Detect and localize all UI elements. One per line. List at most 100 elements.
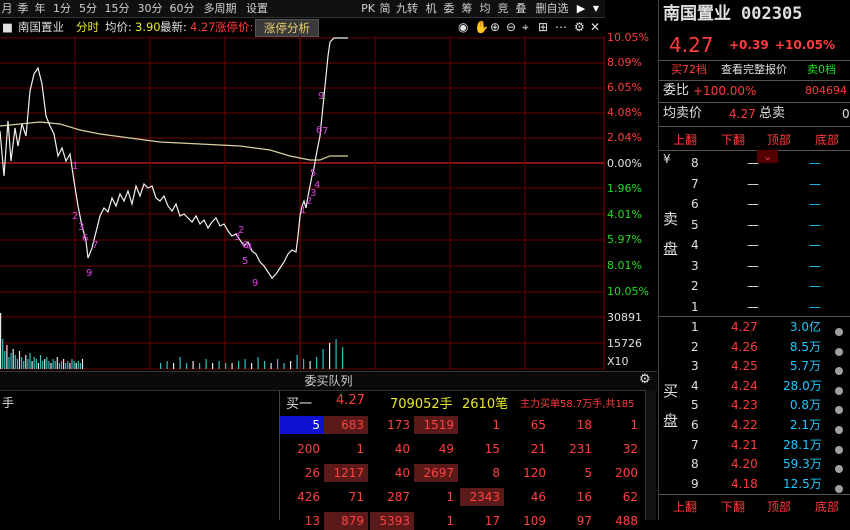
buy-level-price[interactable]: 4.20 <box>731 455 758 473</box>
nav-bottom[interactable]: 底部 <box>815 497 839 517</box>
pin-icon[interactable]: ⌖ <box>522 19 529 35</box>
volume-bar <box>179 357 181 369</box>
eye-icon[interactable]: ◉ <box>458 19 468 35</box>
dots-icon[interactable]: ⋯ <box>555 19 567 35</box>
period-month[interactable]: 月 <box>0 1 14 16</box>
buy-level-price[interactable]: 4.18 <box>731 475 758 493</box>
buy-level-lvl: 1 <box>691 320 699 334</box>
period-year[interactable]: 年 <box>32 1 48 16</box>
dropdown-icon[interactable]: ▼ <box>590 1 602 16</box>
buy-levels-button[interactable]: 买72档 <box>671 60 707 80</box>
volume-bar <box>71 359 73 369</box>
average-price-line <box>0 121 348 161</box>
hand-icon[interactable]: ✋ <box>474 19 489 35</box>
volume-bar <box>329 343 331 369</box>
grid-icon[interactable]: ⊞ <box>538 19 548 35</box>
jun-button[interactable]: 均 <box>478 1 492 16</box>
multi-period-button[interactable]: 多周期 <box>199 1 241 16</box>
period-30min[interactable]: 30分 <box>136 1 164 16</box>
queue-cell: 109 <box>523 514 546 528</box>
period-15min[interactable]: 15分 <box>103 1 131 16</box>
volume-bar <box>79 363 81 369</box>
weibi-label: 委比 <box>663 83 690 98</box>
zoom-in-icon[interactable]: ⊕ <box>490 19 500 35</box>
gear-icon[interactable]: ⚙ <box>574 19 585 35</box>
sell-level-price[interactable]: — <box>747 195 759 213</box>
volume-bar <box>14 355 16 369</box>
play-icon[interactable]: ▶ <box>574 1 588 16</box>
volume-bar <box>23 361 25 369</box>
sell-level-price[interactable]: — <box>747 154 759 172</box>
intraday-chart[interactable]: 1236791234569123456 79 <box>0 36 605 370</box>
buy-level-price[interactable]: 4.27 <box>731 318 758 336</box>
queue-cell: 1 <box>356 442 364 456</box>
full-quote-button[interactable]: 查看完整报价 <box>721 60 787 80</box>
nav-top[interactable]: 顶部 <box>767 130 791 150</box>
delete-watchlist-button[interactable]: 删自选 <box>532 1 572 16</box>
period-quarter[interactable]: 季 <box>15 1 31 16</box>
nav-page-up[interactable]: 上翻 <box>673 497 697 517</box>
jing-button[interactable]: 竞 <box>496 1 510 16</box>
zoom-out-icon[interactable]: ⊖ <box>506 19 516 35</box>
nav-page-down[interactable]: 下翻 <box>721 497 745 517</box>
chart-mark-label: 5 <box>242 256 248 267</box>
buy-level-price[interactable]: 4.26 <box>731 338 758 356</box>
jiuzhuan-button[interactable]: 九转 <box>394 1 420 16</box>
sell-level-lvl: 6 <box>691 197 699 211</box>
nav-top[interactable]: 顶部 <box>767 497 791 517</box>
queue-cell: 32 <box>622 442 638 456</box>
queue-cell: 18 <box>576 418 592 432</box>
settings-button[interactable]: 设置 <box>244 1 270 16</box>
nav-bottom[interactable]: 底部 <box>815 130 839 150</box>
sell-level-price[interactable]: — <box>747 298 759 316</box>
avg-sell-value: 4.27 <box>729 107 756 121</box>
quote-price: 4.27 <box>669 33 714 57</box>
nav-page-up[interactable]: 上翻 <box>673 130 697 150</box>
queue-cell: 1217 <box>324 464 368 482</box>
chevron-down-icon[interactable]: ⌄ <box>757 150 779 163</box>
period-1min[interactable]: 1分 <box>51 1 73 16</box>
volume-bar <box>69 363 71 369</box>
pk-button[interactable]: PK <box>360 1 376 16</box>
sell-level-price[interactable]: — <box>747 277 759 295</box>
queue-cell: 40 <box>394 442 410 456</box>
volume-bar <box>81 359 84 369</box>
wei-button[interactable]: 委 <box>442 1 456 16</box>
order-dot-icon <box>835 401 843 415</box>
volume-bar <box>270 363 272 369</box>
volume-bar <box>16 359 18 369</box>
sell-level-price[interactable]: — <box>747 257 759 275</box>
volume-bar <box>29 353 31 369</box>
buy-level-price[interactable]: 4.25 <box>731 357 758 375</box>
ji-button[interactable]: 机 <box>424 1 438 16</box>
buy-level-lvl: 5 <box>691 398 699 413</box>
period-5min[interactable]: 5分 <box>77 1 99 16</box>
limit-analysis-button[interactable]: 涨停分析 <box>255 19 319 37</box>
chart-mark-label: 5 <box>310 168 316 179</box>
queue-scrollbar[interactable] <box>645 390 656 520</box>
buy-level-price[interactable]: 4.22 <box>731 416 758 434</box>
sell-level-price[interactable]: — <box>747 216 759 234</box>
queue-cell: 16 <box>576 490 592 504</box>
die-button[interactable]: 叠 <box>514 1 528 16</box>
volume-bar <box>48 361 50 369</box>
nav-page-down[interactable]: 下翻 <box>721 130 745 150</box>
period-60min[interactable]: 60分 <box>168 1 196 16</box>
queue-table[interactable]: 买一 4.27 709052手 2610笔 主力买单58.7万手,共185 56… <box>280 390 642 530</box>
sell-level-price[interactable]: — <box>747 175 759 193</box>
volume-bar <box>77 361 79 369</box>
sell-levels-button[interactable]: 卖0档 <box>807 60 836 80</box>
buy-level-price[interactable]: 4.23 <box>731 396 758 414</box>
queue-gear-icon[interactable]: ⚙ <box>639 372 651 387</box>
simple-button[interactable]: 简 <box>378 1 392 16</box>
chou-button[interactable]: 筹 <box>460 1 474 16</box>
buy-level-price[interactable]: 4.21 <box>731 436 758 454</box>
sell-level-price[interactable]: — <box>747 236 759 254</box>
axis-pct-label: 8.01% <box>607 259 642 272</box>
sell-level-vol: — <box>809 197 821 211</box>
close-icon[interactable]: ✕ <box>590 19 600 35</box>
quote-button-row: 买72档 查看完整报价 卖0档 <box>659 60 850 80</box>
buy-level-vol: 8.5万 <box>789 339 821 354</box>
axis-pct-label: 5.97% <box>607 233 642 246</box>
buy-level-price[interactable]: 4.24 <box>731 377 758 395</box>
